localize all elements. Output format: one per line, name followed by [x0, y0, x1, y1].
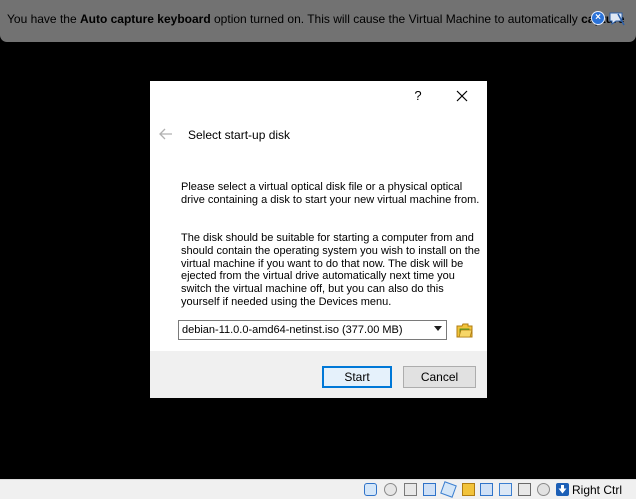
auto-capture-notification: You have the Auto capture keyboard optio…: [0, 0, 636, 42]
cancel-button[interactable]: Cancel: [403, 366, 476, 388]
chevron-down-icon: [434, 326, 442, 331]
shared-folders-icon[interactable]: [462, 483, 475, 496]
network-icon[interactable]: [423, 483, 436, 496]
cpu-icon[interactable]: [518, 483, 531, 496]
dialog-title: Select start-up disk: [188, 128, 291, 142]
choose-disk-file-button[interactable]: [456, 322, 473, 338]
audio-icon[interactable]: [404, 483, 417, 496]
mouse-integration-icon[interactable]: [537, 483, 550, 496]
help-button[interactable]: ?: [410, 88, 426, 104]
host-key-arrow-icon: [556, 483, 569, 496]
video-capture-icon[interactable]: [499, 483, 512, 496]
display-icon[interactable]: [480, 483, 493, 496]
close-icon[interactable]: ×: [591, 11, 605, 25]
details-paragraph: The disk should be suitable for starting…: [181, 232, 481, 308]
notification-text: You have the Auto capture keyboard optio…: [7, 12, 624, 26]
instructions-paragraph: Please select a virtual optical disk fil…: [181, 181, 480, 206]
dialog-content-area: [150, 81, 487, 351]
start-button[interactable]: Start: [322, 366, 392, 388]
back-arrow-icon[interactable]: [157, 127, 173, 141]
hard-disk-icon[interactable]: [364, 483, 377, 496]
mute-notification-icon[interactable]: [609, 11, 625, 26]
close-dialog-button[interactable]: [454, 88, 470, 104]
disk-selector-dropdown[interactable]: debian-11.0.0-amd64-netinst.iso (377.00 …: [178, 320, 447, 340]
selected-disk: debian-11.0.0-amd64-netinst.iso (377.00 …: [182, 324, 403, 336]
optical-drive-icon[interactable]: [384, 483, 397, 496]
host-key-label: Right Ctrl: [572, 483, 623, 497]
